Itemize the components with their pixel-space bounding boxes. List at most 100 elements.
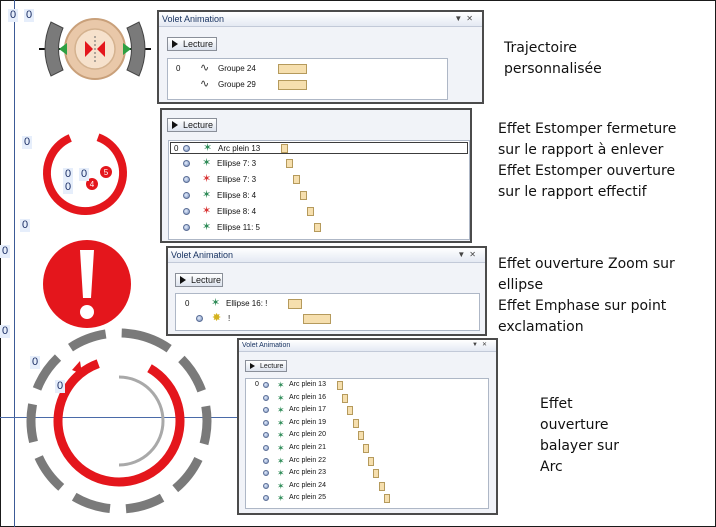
- animation-tag: 0: [55, 380, 66, 393]
- timeline-bar[interactable]: [347, 406, 354, 416]
- animation-list: 0 ✶ Arc plein 13 ✶ Arc plein 16 ✶ Arc plein 17…: [245, 378, 489, 509]
- animation-tag: 0: [79, 168, 90, 181]
- timeline-bar[interactable]: [378, 481, 385, 491]
- timeline-bar[interactable]: [286, 159, 293, 168]
- list-item[interactable]: ✶ Arc plein 25: [246, 493, 488, 504]
- play-button[interactable]: Lecture: [245, 360, 287, 372]
- animation-tag: 0: [30, 356, 41, 369]
- timeline-bar[interactable]: [363, 444, 369, 453]
- after-previous-icon: [263, 457, 269, 464]
- list-item[interactable]: ✶ Arc plein 22: [246, 456, 488, 467]
- timeline-bar[interactable]: [293, 175, 300, 184]
- timeline-bar[interactable]: [278, 64, 307, 74]
- list-item[interactable]: ✶ Arc plein 21: [246, 443, 488, 454]
- dropdown-icon[interactable]: ▼: [454, 14, 466, 23]
- play-button[interactable]: Lecture: [167, 118, 217, 132]
- list-item[interactable]: ✶ Arc plein 19: [246, 418, 488, 429]
- effect-star-icon: ✶: [277, 380, 285, 390]
- list-item[interactable]: 0 ∿ Groupe 24: [168, 62, 447, 74]
- list-item[interactable]: ✸ !: [176, 312, 479, 324]
- item-label: Arc plein 16: [289, 393, 326, 401]
- after-previous-icon: [263, 407, 269, 414]
- trajectory-illustration[interactable]: [35, 12, 155, 86]
- animation-tag: 0: [20, 219, 31, 232]
- item-label: Arc plein 13: [218, 144, 261, 153]
- after-previous-icon: [263, 482, 269, 489]
- play-label: Lecture: [191, 275, 222, 285]
- list-item[interactable]: ✶ Arc plein 17: [246, 405, 488, 416]
- animation-tag: 0: [0, 325, 11, 338]
- play-button[interactable]: Lecture: [175, 273, 223, 287]
- after-previous-icon: [183, 160, 190, 167]
- timeline-bar[interactable]: [307, 207, 314, 216]
- timeline-bar[interactable]: [383, 494, 390, 504]
- effect-star-icon: ✶: [202, 173, 212, 185]
- animation-tag: 0: [24, 9, 35, 22]
- list-item[interactable]: 0 ✶ Ellipse 16: !: [176, 297, 479, 309]
- on-click-icon: [263, 382, 269, 388]
- animation-pane-2: Lecture 0 ✶ Arc plein 13 ✶ Ellipse 7: 3 …: [160, 108, 472, 243]
- wipe-arc-illustration[interactable]: [20, 322, 218, 520]
- timeline-bar[interactable]: [337, 381, 343, 390]
- dropdown-icon[interactable]: ▼: [457, 250, 469, 259]
- close-icon[interactable]: ✕: [466, 14, 477, 23]
- timeline-bar[interactable]: [303, 314, 331, 324]
- pane-title-bar: Volet Animation ▼✕: [239, 340, 496, 352]
- list-item[interactable]: ✶ Ellipse 7: 3: [169, 157, 469, 169]
- item-label: Ellipse 8: 4: [217, 207, 257, 216]
- timeline-bar[interactable]: [368, 456, 375, 466]
- effect-star-icon: ✶: [202, 221, 212, 233]
- pane-title-bar: Volet Animation ▼✕: [159, 12, 482, 27]
- timeline-bar[interactable]: [357, 431, 364, 441]
- play-icon: [172, 121, 178, 129]
- timeline-bar[interactable]: [373, 469, 380, 479]
- list-item[interactable]: 0 ✶ Arc plein 13: [246, 380, 488, 391]
- animation-tag: 0: [0, 245, 11, 258]
- list-item[interactable]: ✶ Ellipse 8: 4: [169, 189, 469, 201]
- item-label: Arc plein 22: [289, 456, 326, 464]
- list-item[interactable]: ✶ Ellipse 7: 3: [169, 173, 469, 185]
- timeline-bar[interactable]: [342, 393, 349, 403]
- item-label: !: [228, 314, 231, 323]
- exclamation-illustration[interactable]: [42, 238, 132, 330]
- slide-left-edge: [14, 0, 15, 527]
- close-icon[interactable]: ✕: [469, 250, 480, 259]
- effect-star-icon: ✶: [277, 480, 285, 491]
- item-label: Ellipse 8: 4: [217, 191, 257, 200]
- item-label: Ellipse 16: !: [226, 299, 268, 308]
- list-item[interactable]: ✶ Ellipse 11: 5: [169, 221, 469, 233]
- play-label: Lecture: [183, 120, 214, 130]
- effect-star-icon: ✶: [277, 430, 285, 441]
- slide-canvas: 0 0 Volet Animation ▼✕ Lecture 0 ∿ Group…: [0, 0, 716, 527]
- list-item[interactable]: ∿ Groupe 29: [168, 78, 447, 90]
- list-item[interactable]: ✶ Arc plein 16: [246, 393, 488, 404]
- timeline-bar[interactable]: [300, 191, 307, 200]
- after-previous-icon: [183, 192, 190, 199]
- play-button[interactable]: Lecture: [167, 37, 217, 51]
- play-icon: [172, 40, 178, 48]
- after-previous-icon: [183, 176, 190, 183]
- timeline-bar[interactable]: [278, 80, 307, 90]
- close-icon[interactable]: ✕: [482, 342, 491, 348]
- description-wipe: Effet ouverture balayer sur Arc: [540, 396, 619, 475]
- list-item[interactable]: ✶ Arc plein 24: [246, 480, 488, 492]
- list-item[interactable]: ✶ Arc plein 23: [246, 468, 488, 479]
- timeline-bar[interactable]: [352, 418, 359, 428]
- description-trajectory: Trajectoire personnalisée: [504, 40, 602, 77]
- effect-star-icon: ✶: [202, 205, 212, 217]
- list-item[interactable]: ✶ Arc plein 20: [246, 430, 488, 441]
- effect-star-icon: ✶: [277, 468, 285, 479]
- timeline-bar[interactable]: [281, 144, 288, 153]
- list-item[interactable]: ✶ Ellipse 8: 4: [169, 205, 469, 217]
- zoom-effect-icon: ✶: [211, 297, 221, 309]
- list-item-selected[interactable]: 0 ✶ Arc plein 13: [170, 142, 468, 154]
- play-label: Lecture: [183, 39, 214, 49]
- dropdown-icon[interactable]: ▼: [472, 342, 482, 348]
- effect-star-icon: ✶: [277, 493, 285, 504]
- animation-tag: 0: [63, 168, 74, 181]
- timeline-bar[interactable]: [288, 299, 302, 309]
- play-icon: [250, 363, 255, 369]
- animation-list: 0 ✶ Arc plein 13 ✶ Ellipse 7: 3 ✶ Ellips…: [168, 140, 470, 240]
- item-label: Arc plein 25: [289, 494, 326, 502]
- timeline-bar[interactable]: [314, 223, 321, 232]
